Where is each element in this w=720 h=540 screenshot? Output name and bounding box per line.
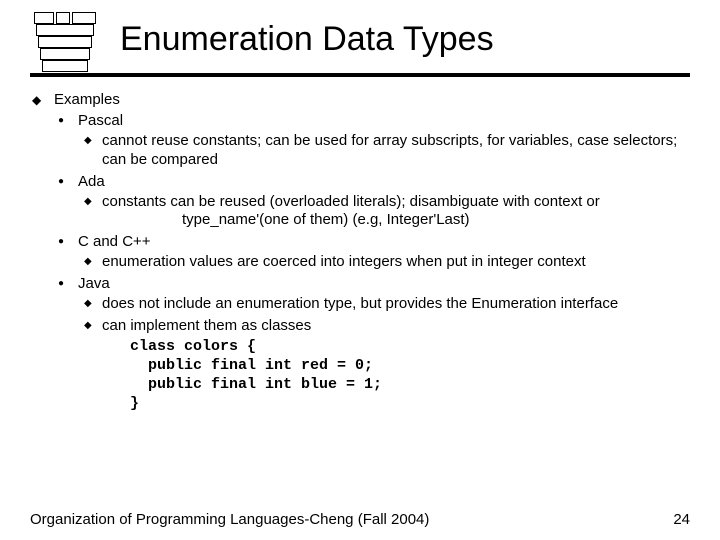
bullet-java-detail1: does not include an enumeration type, bu…	[30, 295, 690, 314]
footer-text: Organization of Programming Languages-Ch…	[30, 511, 429, 528]
bullet-java: Java	[30, 275, 690, 292]
slide-content: Examples Pascal cannot reuse constants; …	[30, 91, 690, 413]
bullet-java-detail2: can implement them as classes	[30, 317, 690, 336]
bullet-ada-detail: constants can be reused (overloaded lite…	[30, 193, 690, 231]
bullet-ccpp: C and C++	[30, 233, 690, 250]
bullet-ccpp-detail: enumeration values are coerced into inte…	[30, 253, 690, 272]
slide-header: Enumeration Data Types	[30, 12, 690, 77]
page-number: 24	[673, 511, 690, 528]
slide-footer: Organization of Programming Languages-Ch…	[30, 511, 690, 528]
layered-logo	[30, 12, 100, 67]
ada-line1: constants can be reused (overloaded lite…	[102, 193, 600, 210]
bullet-pascal: Pascal	[30, 112, 690, 129]
bullet-ada: Ada	[30, 173, 690, 190]
java-code-block: class colors { public final int red = 0;…	[30, 338, 690, 413]
ada-line2: type_name'(one of them) (e.g, Integer'La…	[102, 211, 470, 230]
bullet-examples: Examples	[30, 91, 690, 108]
bullet-pascal-detail: cannot reuse constants; can be used for …	[30, 132, 690, 170]
slide-title: Enumeration Data Types	[120, 20, 494, 59]
